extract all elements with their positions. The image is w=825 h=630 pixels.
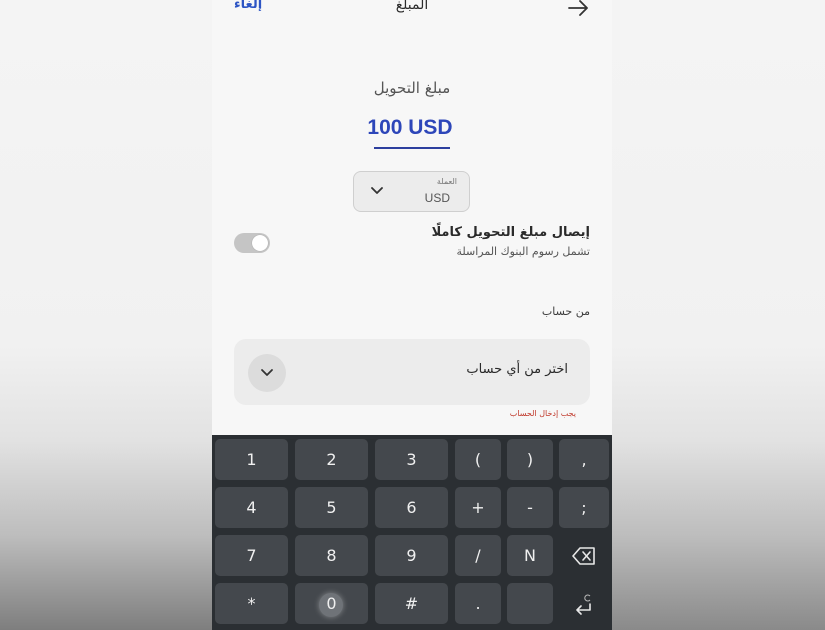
currency-caption: العملة — [436, 177, 457, 186]
key-4[interactable]: 4 — [215, 487, 288, 528]
key-6[interactable]: 6 — [375, 487, 448, 528]
key-n[interactable]: N — [507, 535, 553, 576]
key-minus[interactable]: - — [507, 487, 553, 528]
key-close-paren[interactable]: ) — [507, 439, 553, 480]
cancel-button[interactable]: إلغاء — [234, 0, 262, 12]
key-plus[interactable]: + — [455, 487, 501, 528]
background-left — [0, 0, 212, 630]
page-title: المبلغ — [395, 0, 429, 13]
numeric-keyboard: 1 2 3 ( ) , 4 5 6 + - ; 7 8 9 / N * 0 # … — [212, 435, 612, 630]
full-transfer-subtitle: تشمل رسوم البنوك المراسلة — [456, 245, 590, 258]
currency-dropdown[interactable]: العملة USD — [353, 171, 470, 212]
key-blank[interactable] — [507, 583, 553, 624]
key-open-paren[interactable]: ( — [455, 439, 501, 480]
amount-input[interactable]: 100 USD — [332, 116, 488, 140]
key-comma[interactable]: , — [559, 439, 609, 480]
phone-screen: إلغاء المبلغ مبلغ التحويل 100 USD العملة… — [212, 0, 612, 630]
background-right — [612, 0, 825, 630]
key-1[interactable]: 1 — [215, 439, 288, 480]
toggle-knob — [252, 235, 268, 251]
key-7[interactable]: 7 — [215, 535, 288, 576]
enter-icon — [576, 594, 591, 615]
key-slash[interactable]: / — [455, 535, 501, 576]
chevron-down-icon — [371, 187, 383, 194]
key-5[interactable]: 5 — [295, 487, 368, 528]
key-9[interactable]: 9 — [375, 535, 448, 576]
account-chevron-button[interactable] — [248, 354, 286, 392]
enter-key[interactable] — [559, 583, 609, 624]
backspace-icon — [572, 547, 595, 565]
key-semicolon[interactable]: ; — [559, 487, 609, 528]
from-account-label: من حساب — [541, 305, 590, 318]
full-transfer-toggle[interactable] — [234, 233, 270, 253]
key-asterisk[interactable]: * — [215, 583, 288, 624]
account-placeholder: اختر من أي حساب — [466, 362, 568, 377]
key-8[interactable]: 8 — [295, 535, 368, 576]
backspace-key[interactable] — [559, 535, 609, 576]
key-hash[interactable]: # — [375, 583, 448, 624]
currency-value: USD — [424, 191, 450, 205]
account-select[interactable]: اختر من أي حساب — [234, 339, 590, 405]
key-period[interactable]: . — [455, 583, 501, 624]
key-0[interactable]: 0 — [295, 583, 368, 624]
chevron-down-icon — [261, 369, 273, 376]
amount-label: مبلغ التحويل — [373, 79, 451, 97]
key-3[interactable]: 3 — [375, 439, 448, 480]
arrow-right-icon[interactable] — [568, 0, 590, 16]
account-error: يجب إدخال الحساب — [509, 409, 576, 418]
amount-underline — [374, 147, 450, 149]
key-2[interactable]: 2 — [295, 439, 368, 480]
full-transfer-title: إيصال مبلغ التحويل كاملًا — [431, 225, 590, 240]
